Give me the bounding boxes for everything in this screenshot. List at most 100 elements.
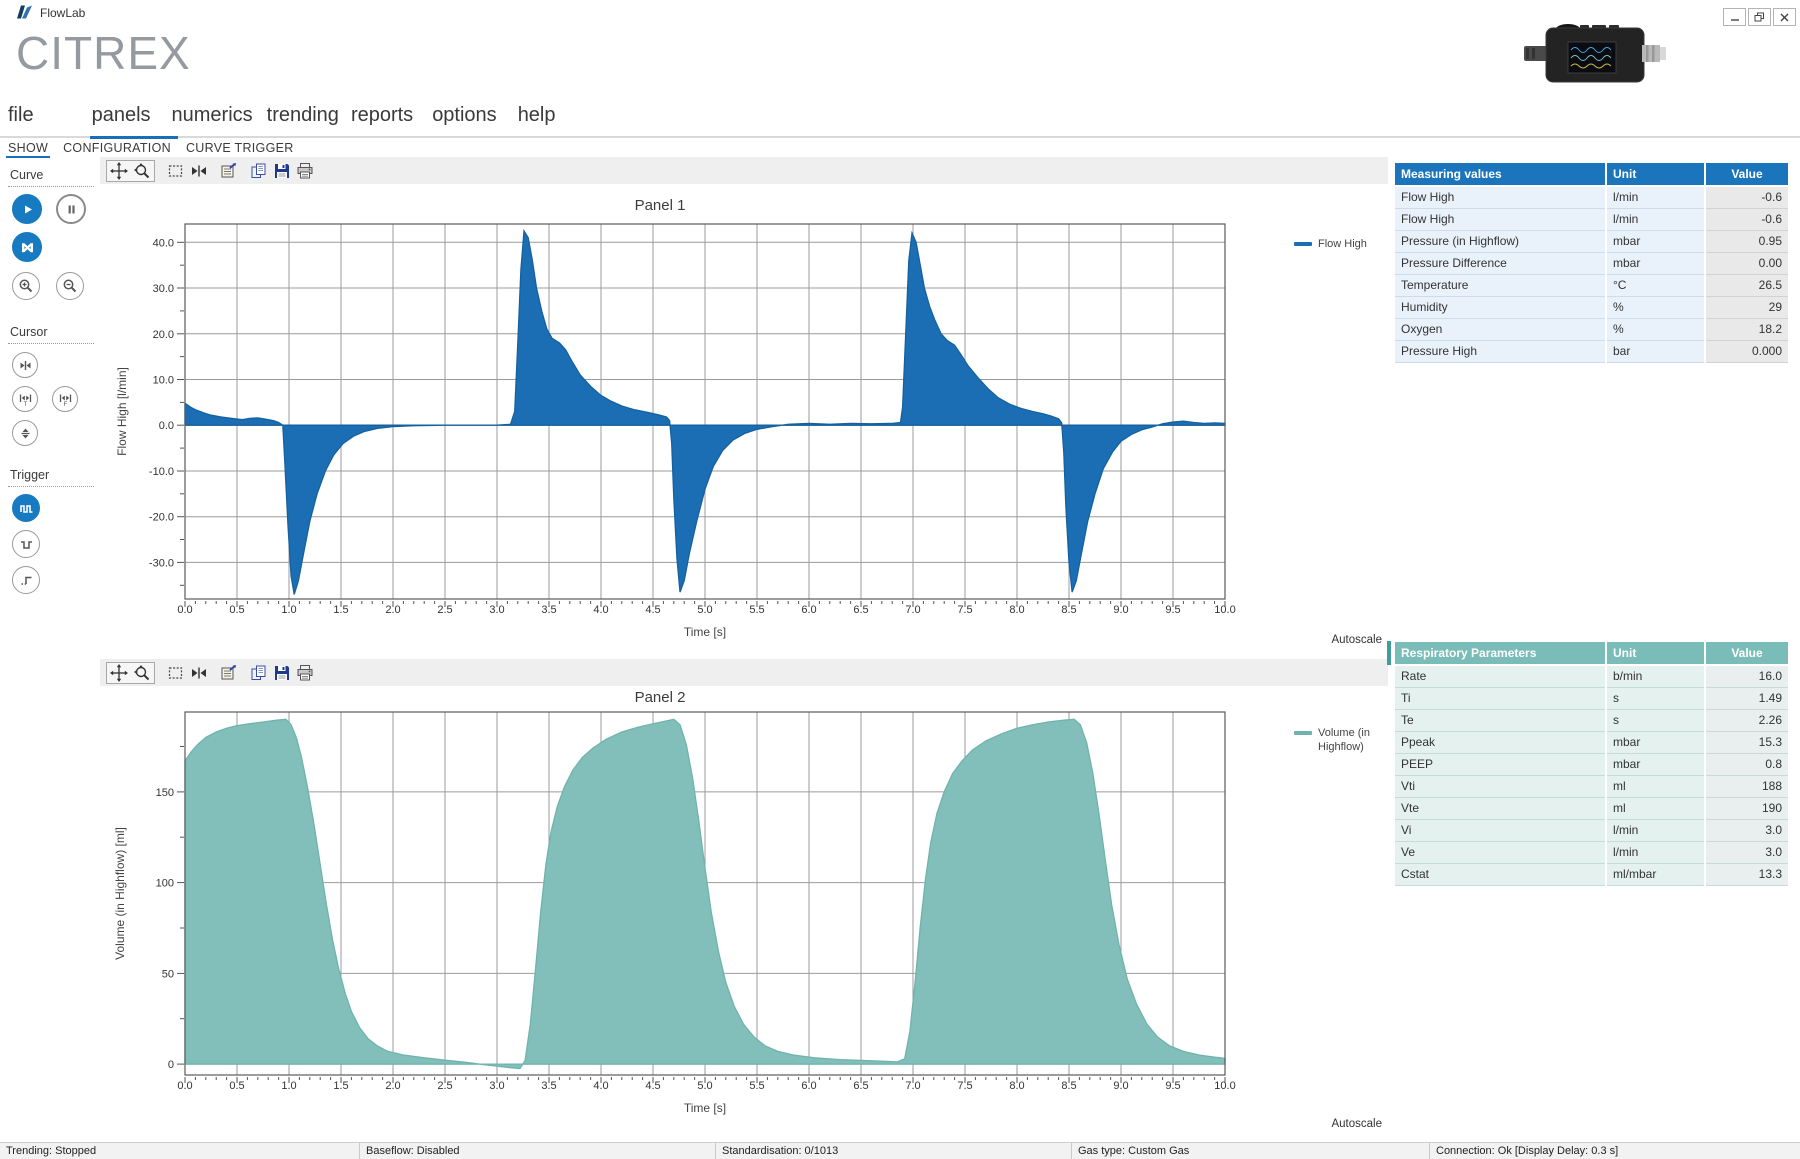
svg-text:5.5: 5.5: [749, 604, 764, 616]
copy-icon[interactable]: [250, 162, 268, 180]
zoom-out-button[interactable]: [56, 272, 84, 300]
cursor-frequency-button[interactable]: F: [52, 386, 78, 412]
volume-legend-swatch: [1294, 731, 1312, 735]
param-value: 13.3: [1706, 864, 1788, 886]
param-value: 0.8: [1706, 754, 1788, 776]
y-axis: 150100500: [156, 747, 184, 1072]
x-axis-title: Time [s]: [684, 625, 726, 639]
print-icon[interactable]: [296, 162, 314, 180]
zoom-in-button[interactable]: [12, 272, 40, 300]
app-title: FlowLab: [40, 6, 85, 20]
volume-chart[interactable]: 0.00.51.01.52.02.53.03.54.04.55.05.56.06…: [100, 676, 1380, 1136]
tab-configuration[interactable]: CONFIGURATION: [63, 141, 171, 155]
cursor-frequency-icon: F: [58, 392, 73, 407]
volume-legend-label: Volume (in Highflow): [1318, 727, 1382, 755]
column-header: Unit: [1607, 642, 1704, 664]
svg-text:2.5: 2.5: [437, 1080, 452, 1092]
close-icon: [1780, 13, 1789, 22]
cursor-time-button[interactable]: T: [12, 386, 38, 412]
trigger-pulse-button[interactable]: [12, 530, 40, 558]
svg-text:7.5: 7.5: [957, 1080, 972, 1092]
svg-text:9.5: 9.5: [1165, 604, 1180, 616]
param-name: Ppeak: [1395, 732, 1605, 754]
svg-text:2.5: 2.5: [437, 604, 452, 616]
column-header: Measuring values: [1395, 163, 1605, 185]
param-value: 18.2: [1706, 319, 1788, 341]
menu-options[interactable]: options: [432, 104, 497, 127]
play-button[interactable]: [12, 194, 42, 224]
menu-bar: file panels numerics trending reports op…: [8, 104, 556, 127]
svg-text:10.0: 10.0: [153, 375, 174, 387]
param-unit: s: [1607, 710, 1704, 732]
menu-numerics[interactable]: numerics: [172, 104, 253, 127]
flow-legend-label: Flow High: [1318, 238, 1382, 252]
restore-button[interactable]: [1748, 8, 1771, 26]
autoscale-icon: [20, 240, 35, 255]
svg-text:5.0: 5.0: [697, 604, 712, 616]
status-trending: Trending: Stopped: [0, 1143, 360, 1159]
svg-text:3.5: 3.5: [541, 604, 556, 616]
zoom-cursor-icon[interactable]: [133, 162, 151, 180]
svg-text:6.0: 6.0: [801, 1080, 816, 1092]
param-value: 0.95: [1706, 231, 1788, 253]
svg-text:10.0: 10.0: [1214, 604, 1235, 616]
pause-button[interactable]: [56, 194, 86, 224]
table-header-row: Respiratory ParametersUnitValue: [1395, 642, 1788, 664]
cursor-center-button[interactable]: [12, 352, 38, 378]
tab-show[interactable]: SHOW: [8, 141, 48, 155]
toolbar-group: [250, 162, 314, 180]
trigger-step-button[interactable]: [12, 566, 40, 594]
pan-icon[interactable]: [110, 162, 128, 180]
column-header: Unit: [1607, 163, 1704, 185]
svg-text:5.5: 5.5: [749, 1080, 764, 1092]
menu-file[interactable]: file: [8, 104, 34, 127]
param-unit: l/min: [1607, 820, 1704, 842]
svg-text:0.0: 0.0: [177, 1080, 192, 1092]
param-unit: °C: [1607, 275, 1704, 297]
param-value: 26.5: [1706, 275, 1788, 297]
flowlab-logo-icon: [16, 4, 34, 20]
svg-text:7.0: 7.0: [905, 604, 920, 616]
zoom-in-icon: [18, 278, 34, 294]
cursor-vertical-button[interactable]: [12, 420, 38, 446]
x-axis: 0.00.51.01.52.02.53.03.54.04.55.05.56.06…: [177, 601, 1235, 616]
table-row: Vteml190: [1395, 798, 1788, 820]
page-title: CITREX: [16, 26, 191, 80]
svg-text:6.5: 6.5: [853, 1080, 868, 1092]
tab-curve-trigger[interactable]: CURVE TRIGGER: [186, 141, 294, 155]
toolbar-group: [167, 162, 208, 180]
panel1-autoscale-label[interactable]: Autoscale: [1310, 634, 1382, 646]
flow-legend-swatch: [1294, 242, 1312, 246]
status-standardisation: Standardisation: 0/1013: [716, 1143, 1072, 1159]
cursors-icon[interactable]: [190, 162, 208, 180]
menu-trending[interactable]: trending: [267, 104, 339, 127]
table-row: Pressure (in Highflow)mbar0.95: [1395, 231, 1788, 253]
menu-help[interactable]: help: [518, 104, 556, 127]
menu-reports[interactable]: reports: [351, 104, 413, 127]
minimize-button[interactable]: [1723, 8, 1746, 26]
curve-section-divider: [8, 186, 94, 187]
svg-text:9.5: 9.5: [1165, 1080, 1180, 1092]
table-row: Vil/min3.0: [1395, 820, 1788, 842]
autoscale-button[interactable]: [12, 232, 42, 262]
respiratory-table-scroll-indicator: [1387, 641, 1391, 665]
svg-text:2.0: 2.0: [385, 1080, 400, 1092]
toolbar-group: [220, 162, 238, 180]
properties-icon[interactable]: [220, 162, 238, 180]
close-button[interactable]: [1773, 8, 1796, 26]
select-rect-icon[interactable]: [167, 162, 185, 180]
table-header-row: Measuring valuesUnitValue: [1395, 163, 1788, 185]
flow-chart[interactable]: 0.00.51.01.52.02.53.03.54.04.55.05.56.06…: [100, 190, 1380, 650]
table-row: Flow Highl/min-0.6: [1395, 187, 1788, 209]
table-row: Cstatml/mbar13.3: [1395, 864, 1788, 886]
menu-panels[interactable]: panels: [92, 104, 151, 127]
save-icon[interactable]: [273, 162, 291, 180]
svg-text:6.0: 6.0: [801, 604, 816, 616]
panel2-autoscale-label[interactable]: Autoscale: [1310, 1118, 1382, 1130]
table-row: Temperature°C26.5: [1395, 275, 1788, 297]
param-name: Ve: [1395, 842, 1605, 864]
table-row: Pressure Highbar0.000: [1395, 341, 1788, 363]
trigger-wave-button[interactable]: [12, 494, 40, 522]
svg-text:0: 0: [168, 1059, 174, 1071]
svg-text:50: 50: [162, 968, 174, 980]
